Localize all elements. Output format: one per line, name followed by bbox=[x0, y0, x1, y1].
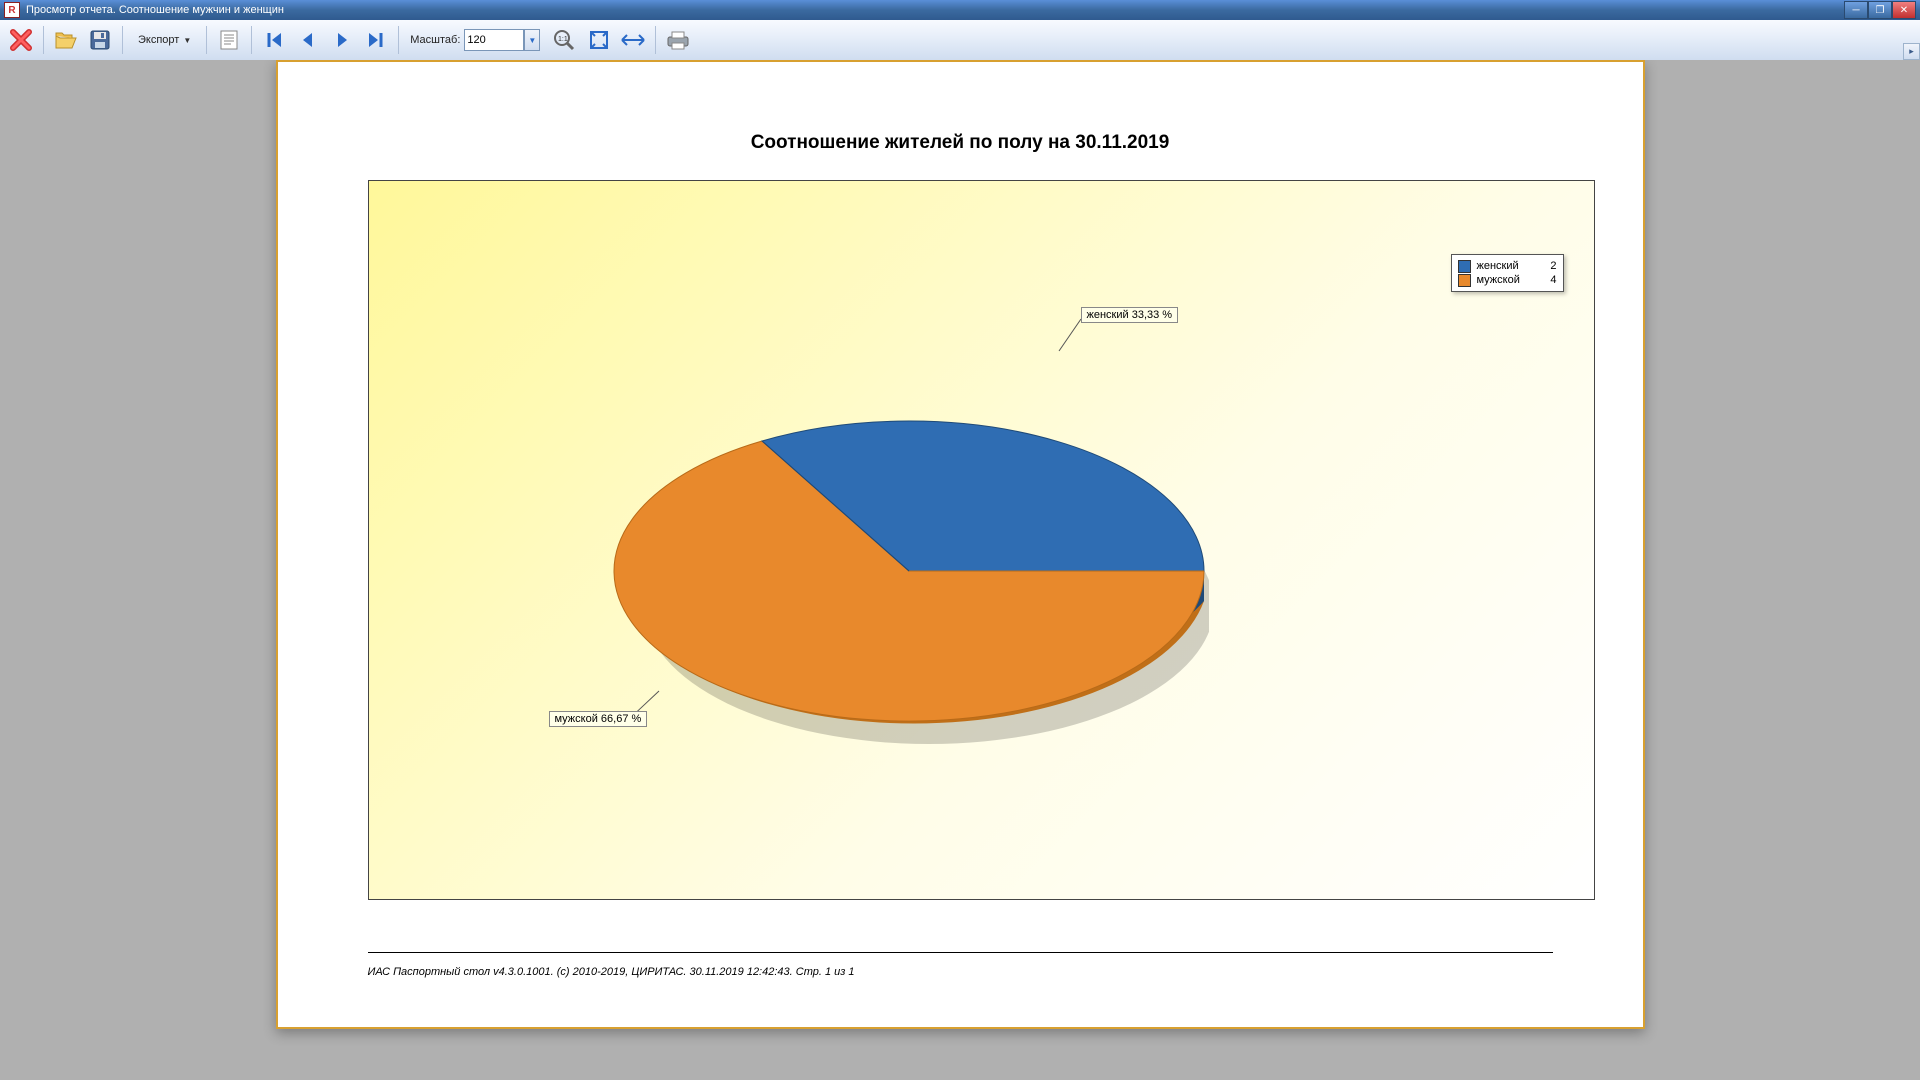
svg-text:1:1: 1:1 bbox=[558, 36, 568, 43]
window-titlebar: R Просмотр отчета. Соотношение мужчин и … bbox=[0, 0, 1920, 20]
report-viewport[interactable]: Соотношение жителей по полу на 30.11.201… bbox=[0, 60, 1920, 1080]
export-label: Экспорт bbox=[138, 34, 179, 46]
slice-label-male: мужской 66,67 % bbox=[549, 711, 648, 727]
toolbar-separator bbox=[206, 26, 207, 54]
legend-row-female: женский 2 bbox=[1458, 259, 1557, 273]
chevron-down-icon: ▼ bbox=[183, 36, 191, 45]
zoom-actual-button[interactable]: 1:1 bbox=[550, 25, 580, 55]
next-page-button[interactable] bbox=[327, 25, 357, 55]
print-button[interactable] bbox=[663, 25, 693, 55]
floppy-disk-icon bbox=[89, 29, 111, 51]
footer-text: ИАС Паспортный стол v4.3.0.1001. (c) 201… bbox=[368, 966, 855, 978]
report-page: Соотношение жителей по полу на 30.11.201… bbox=[276, 60, 1645, 1029]
minimize-button[interactable]: ─ bbox=[1844, 1, 1868, 19]
folder-open-icon bbox=[54, 29, 78, 51]
legend-value-female: 2 bbox=[1543, 259, 1557, 273]
legend-label-female: женский bbox=[1477, 259, 1537, 273]
save-button[interactable] bbox=[85, 25, 115, 55]
window-buttons: ─ ❐ ✕ bbox=[1844, 1, 1916, 19]
first-page-icon bbox=[263, 29, 285, 51]
chart-title: Соотношение жителей по полу на 30.11.201… bbox=[278, 132, 1643, 154]
toolbar-separator bbox=[122, 26, 123, 54]
legend-value-male: 4 bbox=[1543, 273, 1557, 287]
app-icon: R bbox=[4, 2, 20, 18]
close-report-button[interactable] bbox=[6, 25, 36, 55]
legend-row-male: мужской 4 bbox=[1458, 273, 1557, 287]
toolbar-separator bbox=[655, 26, 656, 54]
maximize-button[interactable]: ❐ bbox=[1868, 1, 1892, 19]
last-page-button[interactable] bbox=[361, 25, 391, 55]
toolbar-separator bbox=[398, 26, 399, 54]
fit-page-icon bbox=[588, 29, 610, 51]
legend-label-male: мужской bbox=[1477, 273, 1537, 287]
legend-swatch-female bbox=[1458, 260, 1471, 273]
page-icon bbox=[218, 29, 240, 51]
legend-swatch-male bbox=[1458, 274, 1471, 287]
zoom-fit-button[interactable] bbox=[584, 25, 614, 55]
close-icon bbox=[9, 28, 33, 52]
fit-width-icon bbox=[620, 29, 646, 51]
chart-legend: женский 2 мужской 4 bbox=[1451, 254, 1564, 292]
open-button[interactable] bbox=[51, 25, 81, 55]
window-title: Просмотр отчета. Соотношение мужчин и же… bbox=[26, 4, 1844, 16]
window-close-button[interactable]: ✕ bbox=[1892, 1, 1916, 19]
chevron-left-icon bbox=[297, 29, 319, 51]
zoom-width-button[interactable] bbox=[618, 25, 648, 55]
page-setup-button[interactable] bbox=[214, 25, 244, 55]
zoom-label: Масштаб: bbox=[410, 34, 460, 46]
toolbar-separator bbox=[251, 26, 252, 54]
chevron-down-icon[interactable]: ▼ bbox=[524, 29, 540, 51]
chart-area: женский 33,33 % мужской 66,67 % женский … bbox=[368, 180, 1595, 900]
slice-label-female: женский 33,33 % bbox=[1081, 307, 1179, 323]
printer-icon bbox=[665, 29, 691, 51]
toolbar: Экспорт ▼ Масштаб: ▼ 1:1 bbox=[0, 20, 1920, 61]
magnifier-1to1-icon: 1:1 bbox=[553, 29, 577, 51]
scroll-right-arrow[interactable]: ▸ bbox=[1903, 43, 1920, 60]
first-page-button[interactable] bbox=[259, 25, 289, 55]
export-button[interactable]: Экспорт ▼ bbox=[130, 25, 199, 55]
footer-divider bbox=[368, 952, 1553, 953]
pie-chart bbox=[609, 301, 1209, 771]
toolbar-separator bbox=[43, 26, 44, 54]
last-page-icon bbox=[365, 29, 387, 51]
chevron-right-icon bbox=[331, 29, 353, 51]
prev-page-button[interactable] bbox=[293, 25, 323, 55]
zoom-combo[interactable] bbox=[464, 29, 524, 51]
